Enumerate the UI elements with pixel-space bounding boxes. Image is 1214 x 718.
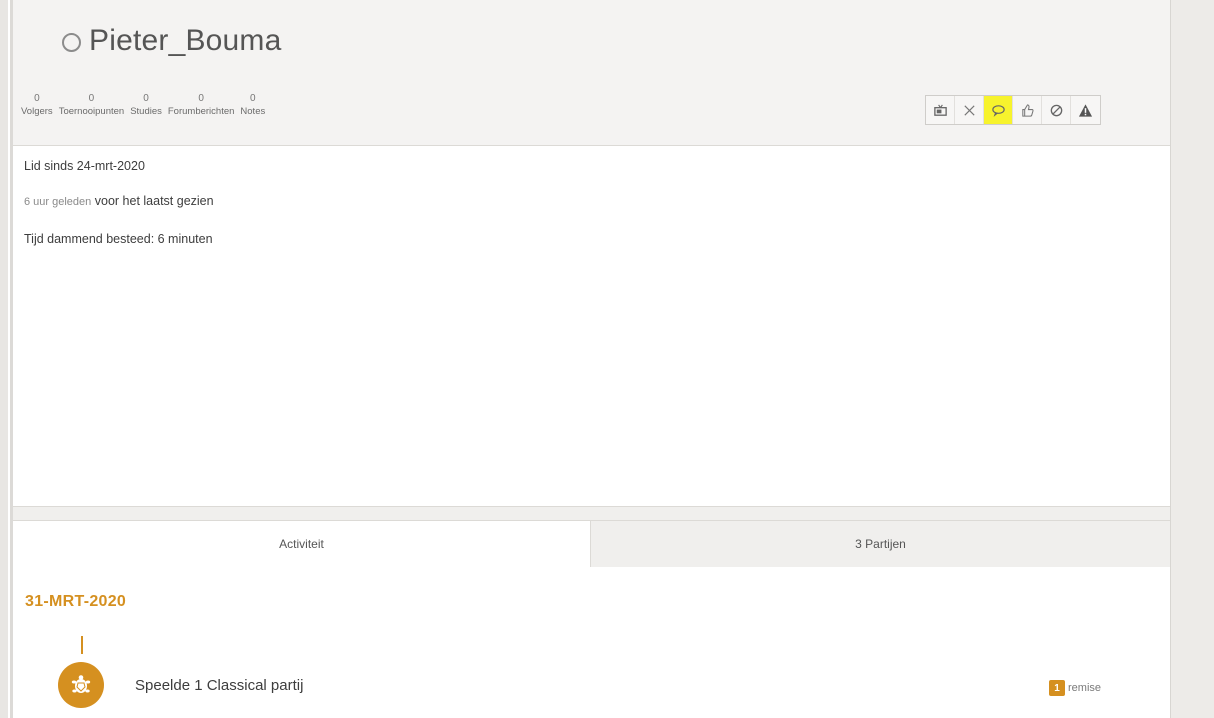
watch-tv-button[interactable] bbox=[926, 96, 955, 124]
right-gutter-divider bbox=[1170, 0, 1171, 718]
left-edge bbox=[0, 0, 8, 718]
stat-label: Volgers bbox=[21, 106, 53, 117]
last-seen-time: 6 uur geleden bbox=[24, 196, 92, 208]
swords-icon bbox=[963, 104, 975, 116]
tab-games[interactable]: 3 Partijen bbox=[591, 520, 1170, 567]
block-button[interactable] bbox=[1042, 96, 1071, 124]
profile-page: Pieter_Bouma 0 Volgers 0 Toernooipunten … bbox=[0, 0, 1214, 718]
tv-icon bbox=[933, 104, 947, 116]
stat-followers[interactable]: 0 Volgers bbox=[21, 93, 53, 119]
stat-label: Forumberichten bbox=[167, 106, 235, 117]
report-button[interactable] bbox=[1071, 96, 1100, 124]
last-seen-suffix: voor het laatst gezien bbox=[94, 194, 214, 208]
activity-entry-text[interactable]: Speelde 1 Classical partij bbox=[135, 677, 303, 694]
result-count-badge: 1 bbox=[1049, 680, 1065, 696]
thumbs-up-icon bbox=[1021, 103, 1034, 117]
stat-notes[interactable]: 0 Notes bbox=[240, 93, 265, 119]
activity-date: 31-MRT-2020 bbox=[25, 593, 127, 610]
right-gutter bbox=[1170, 0, 1214, 718]
profile-username: Pieter_Bouma bbox=[89, 24, 282, 57]
profile-info: Lid sinds 24-mrt-2020 6 uur geleden voor… bbox=[13, 147, 1170, 507]
challenge-button[interactable] bbox=[955, 96, 984, 124]
chat-bubble-icon bbox=[991, 104, 1005, 117]
profile-header: Pieter_Bouma 0 Volgers 0 Toernooipunten … bbox=[13, 0, 1170, 146]
stat-count: 0 bbox=[88, 93, 95, 104]
profile-tabs: Activiteit 3 Partijen bbox=[13, 507, 1170, 567]
send-message-button[interactable] bbox=[984, 96, 1013, 124]
activity-feed: 31-MRT-2020 Speelde 1 Classical partij 1… bbox=[13, 567, 1170, 718]
profile-stats: 0 Volgers 0 Toernooipunten 0 Studies 0 F… bbox=[21, 93, 271, 119]
last-seen: 6 uur geleden voor het laatst gezien bbox=[24, 194, 214, 208]
result-label: remise bbox=[1068, 682, 1102, 694]
time-spent: Tijd dammend besteed: 6 minuten bbox=[24, 232, 213, 246]
block-icon bbox=[1050, 104, 1062, 116]
result-summary: 1 remise bbox=[1049, 680, 1101, 696]
tab-activity[interactable]: Activiteit bbox=[13, 520, 591, 567]
online-status-icon bbox=[62, 33, 81, 52]
stat-studies[interactable]: 0 Studies bbox=[130, 93, 162, 119]
stat-label: Studies bbox=[130, 106, 162, 117]
stat-count: 0 bbox=[34, 93, 40, 104]
timeline-connector bbox=[81, 636, 83, 654]
stat-label: Toernooipunten bbox=[58, 106, 125, 117]
stat-label: Notes bbox=[240, 106, 266, 117]
stat-count: 0 bbox=[198, 93, 204, 104]
warning-icon bbox=[1078, 103, 1093, 117]
stat-count: 0 bbox=[250, 93, 256, 104]
stat-count: 0 bbox=[143, 93, 149, 104]
member-since: Lid sinds 24-mrt-2020 bbox=[24, 159, 145, 173]
turtle-glyph bbox=[71, 675, 91, 693]
profile-action-bar bbox=[925, 95, 1101, 125]
stat-tournament-points[interactable]: 0 Toernooipunten bbox=[59, 93, 125, 119]
follow-button[interactable] bbox=[1013, 96, 1042, 124]
stat-forum-posts[interactable]: 0 Forumberichten bbox=[168, 93, 235, 119]
turtle-icon bbox=[58, 662, 104, 708]
